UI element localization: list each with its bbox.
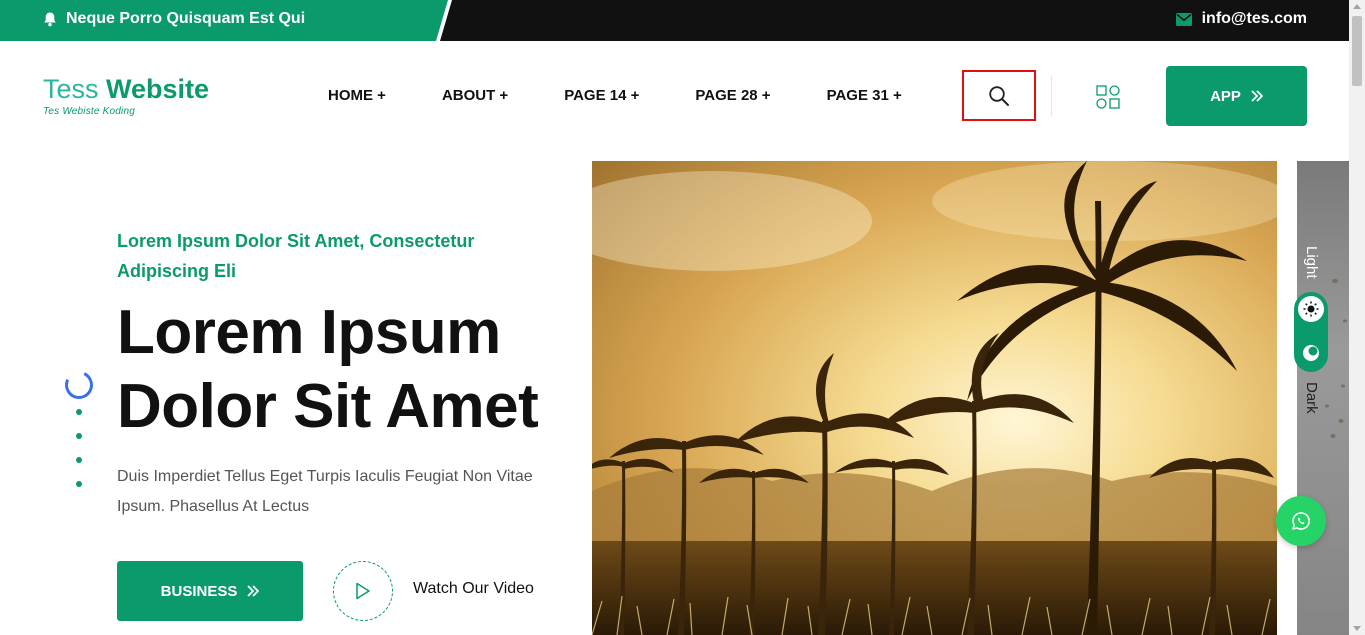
grid-menu-icon (1096, 85, 1120, 109)
slide-pager-active[interactable] (61, 367, 97, 403)
slide-pager-dot[interactable] (76, 481, 82, 487)
double-chevron-right-icon (247, 585, 260, 597)
scrollbar-thumb[interactable] (1352, 16, 1362, 86)
site-logo[interactable]: Tess Website Tes Webiste Koding (43, 74, 209, 117)
envelope-icon (1175, 12, 1192, 26)
top-bar: Neque Porro Quisquam Est Qui info@tes.co… (0, 0, 1349, 41)
nav-item-page-31[interactable]: PAGE 31 + (827, 87, 902, 104)
nav-item-page-14[interactable]: PAGE 14 + (564, 87, 639, 104)
whatsapp-button[interactable] (1276, 496, 1326, 546)
app-button-label: APP (1210, 87, 1241, 105)
hero-title: Lorem Ipsum Dolor Sit Amet (117, 298, 539, 441)
slide-pager-dot[interactable] (76, 433, 82, 439)
nav-item-home[interactable]: HOME + (328, 87, 386, 104)
business-button-label: BUSINESS (160, 582, 238, 600)
grid-menu-button[interactable] (1096, 85, 1120, 109)
top-bar-notice-text: Neque Porro Quisquam Est Qui (66, 10, 306, 27)
top-bar-email[interactable]: info@tes.com (1202, 10, 1307, 28)
search-icon (988, 85, 1010, 107)
theme-dark-label: Dark (1303, 382, 1320, 414)
business-button[interactable]: BUSINESS (117, 561, 303, 621)
app-button[interactable]: APP (1166, 66, 1307, 126)
site-header: Tess Website Tes Webiste Koding HOME + A… (0, 41, 1349, 151)
scroll-up-arrow-icon[interactable] (1353, 4, 1361, 9)
scroll-down-arrow-icon[interactable] (1353, 626, 1361, 631)
hero-description: Duis Imperdiet Tellus Eget Turpis Iaculi… (117, 468, 533, 515)
whatsapp-icon (1291, 511, 1311, 531)
nav-item-about[interactable]: ABOUT + (442, 87, 508, 104)
slide-pager-dot[interactable] (76, 457, 82, 463)
top-bar-notice: Neque Porro Quisquam Est Qui (42, 10, 305, 28)
hero-subtitle: Lorem Ipsum Dolor Sit Amet, Consectetur … (117, 231, 475, 281)
double-chevron-right-icon (1251, 90, 1263, 102)
nav-item-page-28[interactable]: PAGE 28 + (695, 87, 770, 104)
main-nav: HOME + ABOUT + PAGE 14 + PAGE 28 + PAGE … (328, 87, 958, 104)
page: Neque Porro Quisquam Est Qui info@tes.co… (0, 0, 1365, 635)
theme-light-label: Light (1303, 245, 1320, 279)
play-icon (355, 582, 371, 600)
bell-icon (42, 11, 58, 27)
moon-icon (1303, 345, 1319, 361)
search-button[interactable] (962, 70, 1036, 121)
sun-icon (1298, 296, 1324, 322)
theme-toggle[interactable] (1294, 292, 1328, 372)
header-divider (1051, 76, 1052, 116)
logo-word-1: Tess (43, 74, 107, 104)
logo-tagline: Tes Webiste Koding (43, 106, 135, 117)
play-video-button[interactable] (333, 561, 393, 621)
watch-video-link[interactable]: Watch Our Video (413, 580, 534, 598)
page-scrollbar[interactable] (1349, 0, 1365, 635)
logo-title: Tess Website (43, 74, 209, 104)
slide-pager-dot[interactable] (76, 409, 82, 415)
top-bar-contact[interactable]: info@tes.com (1175, 10, 1307, 28)
hero-image-palm-sunset (592, 161, 1277, 635)
logo-word-2: Website (106, 74, 210, 104)
slide-pager (61, 367, 97, 505)
